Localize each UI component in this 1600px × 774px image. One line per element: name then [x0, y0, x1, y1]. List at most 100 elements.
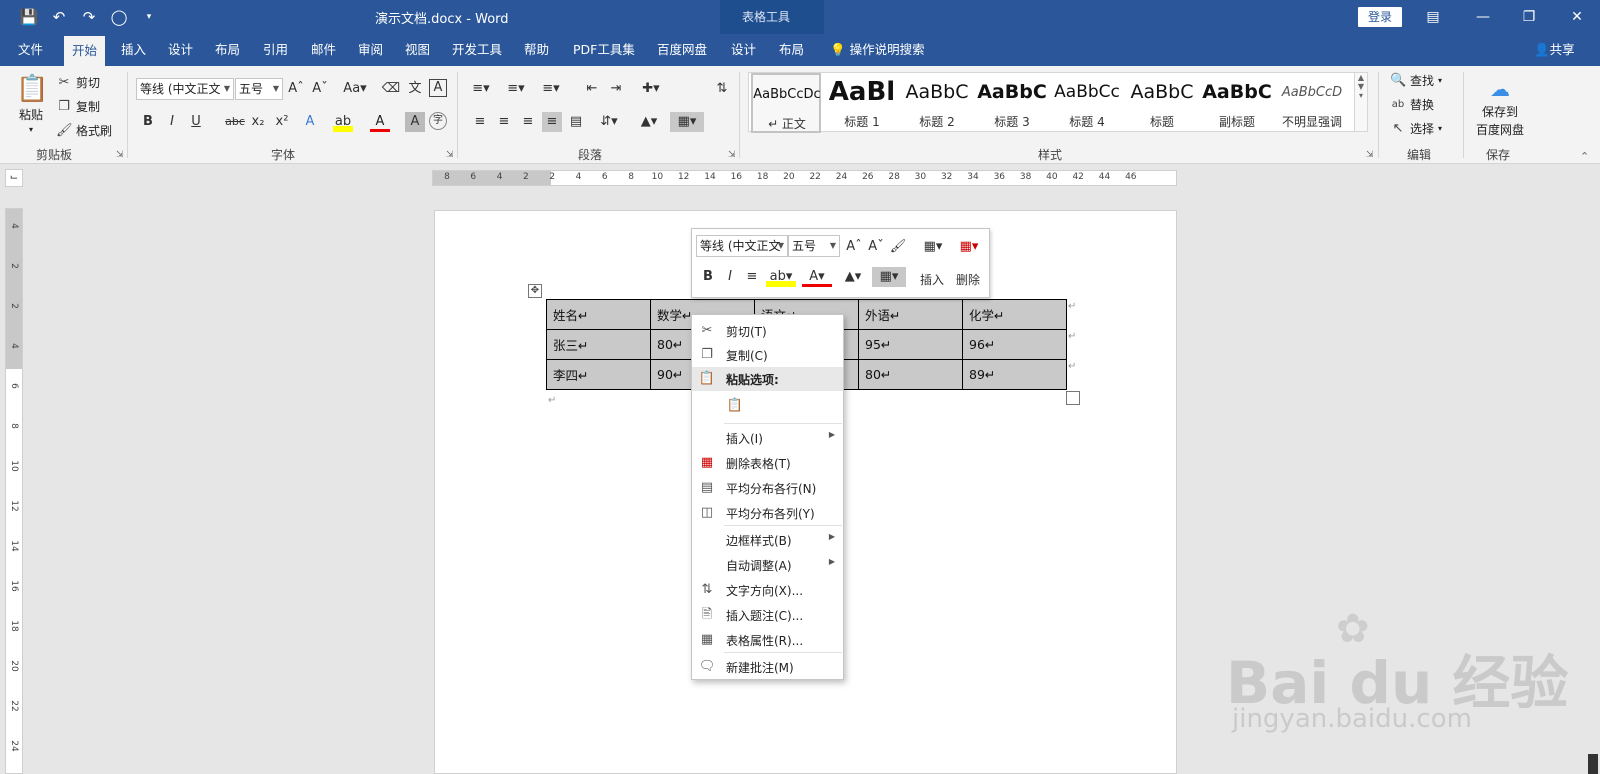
save-to-baidu-button[interactable]: ☁ 保存到 百度网盘 — [1472, 76, 1528, 138]
asian-layout-icon[interactable]: ✚▾ — [638, 79, 664, 99]
mini-font-name-combo[interactable]: 等线 (中文正文 ▼ — [696, 235, 788, 257]
style-title[interactable]: AaBbC 标题 — [1125, 73, 1199, 133]
share-button[interactable]: 👤共享 — [1534, 34, 1575, 66]
style-heading-2[interactable]: AaBbC 标题 2 — [900, 73, 974, 133]
table-resize-handle[interactable] — [1066, 391, 1080, 405]
tab-file[interactable]: 文件 — [18, 34, 43, 66]
tab-table-layout[interactable]: 布局 — [779, 34, 804, 66]
paragraph-launcher-icon[interactable]: ⇲ — [728, 150, 736, 160]
table-cell[interactable]: 张三↵ — [546, 329, 651, 360]
align-right-icon[interactable]: ≡ — [518, 112, 538, 132]
menu-item-border-styles[interactable]: 边框样式(B) ▶ — [692, 528, 843, 552]
multilevel-list-icon[interactable]: ≡▾ — [538, 79, 564, 99]
table-cell[interactable]: 外语↵ — [858, 299, 963, 330]
font-size-combo[interactable]: 五号 ▼ — [235, 78, 283, 100]
font-color-icon[interactable]: A — [370, 112, 390, 132]
redo-icon[interactable]: ↷ — [78, 6, 100, 28]
grow-font-icon[interactable]: Aˆ — [286, 79, 306, 99]
scrollbar-thumb[interactable] — [1588, 754, 1598, 774]
bold-icon[interactable]: B — [698, 267, 718, 287]
menu-item-cut[interactable]: ✂ 剪切(T) — [692, 319, 843, 343]
select-button[interactable]: ↖ 选择 ▾ — [1390, 120, 1442, 137]
italic-icon[interactable]: I — [162, 112, 182, 132]
table-cell[interactable]: 化学↵ — [962, 299, 1067, 330]
mini-insert-button[interactable]: 插入 — [920, 271, 944, 288]
collapse-ribbon-icon[interactable]: ⌃ — [1580, 150, 1589, 163]
tab-help[interactable]: 帮助 — [524, 34, 549, 66]
table-cell[interactable]: 姓名↵ — [546, 299, 651, 330]
style-subtitle[interactable]: AaBbC 副标题 — [1200, 73, 1274, 133]
phonetic-guide-icon[interactable]: 文 — [405, 79, 425, 99]
decrease-indent-icon[interactable]: ⇤ — [582, 79, 602, 99]
italic-icon[interactable]: I — [720, 267, 740, 287]
char-border-icon[interactable]: A — [429, 79, 447, 97]
center-align-icon[interactable]: ≡ — [742, 267, 762, 287]
circle-icon[interactable]: ◯ — [108, 6, 130, 28]
tab-developer[interactable]: 开发工具 — [452, 34, 502, 66]
menu-item-distribute-columns[interactable]: ◫ 平均分布各列(Y) — [692, 501, 843, 525]
font-color-icon[interactable]: A▾ — [802, 267, 832, 287]
align-left-icon[interactable]: ≡ — [470, 112, 490, 132]
style-normal[interactable]: AaBbCcDc ↵ 正文 — [751, 73, 821, 133]
menu-item-insert[interactable]: 插入(I) ▶ — [692, 426, 843, 450]
highlight-icon[interactable]: ab — [333, 112, 353, 132]
tab-insert[interactable]: 插入 — [121, 34, 146, 66]
table-cell[interactable]: 80↵ — [858, 359, 963, 390]
char-shading-icon[interactable]: A — [405, 112, 425, 132]
font-launcher-icon[interactable]: ⇲ — [446, 150, 454, 160]
bold-icon[interactable]: B — [138, 112, 158, 132]
menu-item-copy[interactable]: ❐ 复制(C) — [692, 343, 843, 367]
menu-item-insert-caption[interactable]: 🖹 插入题注(C)... — [692, 603, 843, 627]
distributed-icon[interactable]: ▤ — [566, 112, 586, 132]
increase-indent-icon[interactable]: ⇥ — [606, 79, 626, 99]
sort-icon[interactable]: ⇅ — [712, 79, 732, 99]
tab-references[interactable]: 引用 — [263, 34, 288, 66]
tell-me-search[interactable]: 💡 操作说明搜索 — [830, 34, 925, 66]
customize-qat-icon[interactable]: ▾ — [138, 6, 160, 28]
style-heading-1[interactable]: AaBl 标题 1 — [825, 73, 899, 133]
style-heading-3[interactable]: AaBbC 标题 3 — [975, 73, 1049, 133]
justify-icon[interactable]: ≡ — [542, 112, 562, 132]
insert-table-icon[interactable]: ▦▾ — [918, 237, 948, 257]
ribbon-display-icon[interactable]: ▤ — [1421, 6, 1445, 28]
shading-icon[interactable]: ▲▾ — [838, 267, 868, 287]
horizontal-ruler[interactable]: 8 6 4 2 2 4 6 8 10 12 14 16 18 20 22 24 26 28 30 32 34 36 38 40… — [432, 170, 1177, 186]
minimize-icon[interactable]: — — [1471, 6, 1495, 28]
format-painter-button[interactable]: 🖌 格式刷 — [56, 122, 112, 139]
menu-item-distribute-rows[interactable]: ▤ 平均分布各行(N) — [692, 476, 843, 500]
grow-font-icon[interactable]: Aˆ — [844, 237, 864, 257]
tab-pdf-tools[interactable]: PDF工具集 — [573, 34, 635, 66]
close-icon[interactable]: ✕ — [1565, 6, 1589, 28]
style-heading-4[interactable]: AaBbCc 标题 4 — [1050, 73, 1124, 133]
delete-table-icon[interactable]: ▦▾ — [954, 237, 984, 257]
table-cell[interactable]: 96↵ — [962, 329, 1067, 360]
strikethrough-icon[interactable]: abc — [222, 112, 248, 132]
table-cell[interactable]: 95↵ — [858, 329, 963, 360]
subscript-icon[interactable]: x₂ — [248, 112, 268, 132]
text-effects-icon[interactable]: A — [300, 112, 320, 132]
undo-icon[interactable]: ↶ — [48, 6, 70, 28]
underline-icon[interactable]: U — [186, 112, 206, 132]
copy-button[interactable]: ❐ 复制 — [56, 98, 100, 115]
replace-button[interactable]: ab 替换 — [1390, 96, 1434, 113]
restore-icon[interactable]: ❐ — [1517, 6, 1541, 28]
menu-item-delete-table[interactable]: ▦ 删除表格(T) — [692, 451, 843, 475]
menu-item-new-comment[interactable]: 🗨 新建批注(M) — [692, 655, 843, 679]
mini-font-size-combo[interactable]: 五号 ▼ — [788, 235, 840, 257]
tab-layout[interactable]: 布局 — [215, 34, 240, 66]
format-painter-icon[interactable]: 🖌 — [888, 237, 908, 257]
shrink-font-icon[interactable]: Aˇ — [866, 237, 886, 257]
superscript-icon[interactable]: x² — [272, 112, 292, 132]
tab-design[interactable]: 设计 — [168, 34, 193, 66]
table-cell[interactable]: 李四↵ — [546, 359, 651, 390]
login-button[interactable]: 登录 — [1358, 7, 1402, 27]
tab-review[interactable]: 审阅 — [358, 34, 383, 66]
tab-home[interactable]: 开始 — [64, 36, 106, 66]
borders-icon[interactable]: ▦▾ — [872, 267, 906, 287]
enclose-char-icon[interactable]: 字 — [429, 112, 447, 130]
clipboard-launcher-icon[interactable]: ⇲ — [116, 150, 124, 160]
paste-button[interactable]: 📋 粘贴 ▾ — [16, 74, 48, 134]
find-button[interactable]: 🔍 查找 ▾ — [1390, 72, 1442, 89]
tab-view[interactable]: 视图 — [405, 34, 430, 66]
cut-button[interactable]: ✂ 剪切 — [56, 74, 100, 91]
